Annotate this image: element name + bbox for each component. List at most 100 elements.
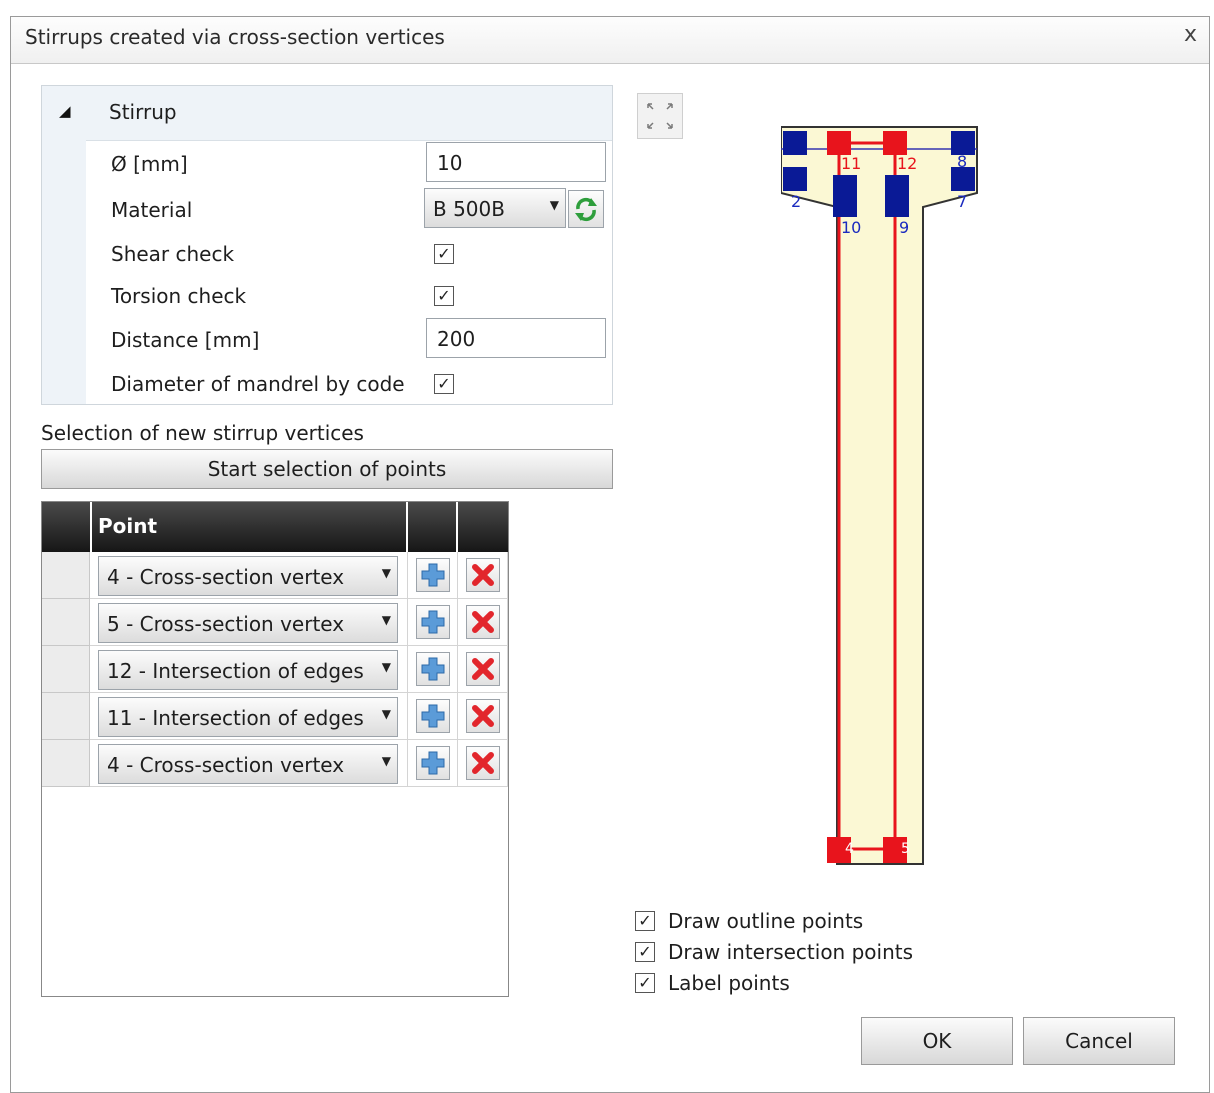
delete-cell bbox=[458, 552, 508, 599]
point-label: 4 bbox=[845, 841, 854, 857]
point-label: 10 bbox=[841, 218, 861, 237]
delete-point-button[interactable] bbox=[466, 652, 500, 686]
row-selector[interactable] bbox=[42, 740, 90, 787]
delete-point-button[interactable] bbox=[466, 699, 500, 733]
cross-section-view[interactable]: 2 11 12 8 10 9 7 4 5 bbox=[781, 123, 981, 868]
grid-header-add bbox=[408, 502, 456, 552]
stirrups-dialog: Stirrups created via cross-section verti… bbox=[10, 16, 1210, 1093]
material-select[interactable]: B 500B ▼ bbox=[424, 188, 566, 228]
diameter-input[interactable]: 10 bbox=[426, 142, 606, 182]
material-label: Material bbox=[111, 198, 193, 222]
add-point-button[interactable] bbox=[416, 699, 450, 733]
add-point-button[interactable] bbox=[416, 605, 450, 639]
stirrup-vertex-marker bbox=[827, 131, 851, 155]
delete-x-icon bbox=[472, 705, 494, 727]
add-point-button[interactable] bbox=[416, 652, 450, 686]
grid-header-point-label: Point bbox=[98, 514, 158, 538]
add-cell bbox=[408, 552, 458, 599]
add-cell bbox=[408, 599, 458, 646]
point-label: 9 bbox=[899, 218, 909, 237]
mandrel-label: Diameter of mandrel by code bbox=[111, 372, 405, 396]
stirrup-property-panel: ◢ Stirrup Ø [mm] 10 Material B 500B ▼ Sh… bbox=[41, 85, 613, 405]
grid-header-delete bbox=[458, 502, 508, 552]
point-cell: 11 - Intersection of edges ▼ bbox=[90, 693, 408, 740]
section-outline bbox=[781, 126, 978, 865]
point-value: 12 - Intersection of edges bbox=[107, 659, 364, 683]
start-selection-button[interactable]: Start selection of points bbox=[41, 449, 613, 489]
point-select[interactable]: 5 - Cross-section vertex ▼ bbox=[98, 603, 398, 643]
vertex-marker bbox=[885, 175, 909, 217]
chevron-down-icon: ▼ bbox=[381, 754, 391, 768]
label-points-checkbox[interactable]: ✓ bbox=[635, 973, 655, 993]
mandrel-checkbox[interactable]: ✓ bbox=[434, 374, 454, 394]
plus-icon bbox=[421, 704, 445, 728]
stirrup-group-label: Stirrup bbox=[109, 100, 177, 124]
stirrup-group-header[interactable]: ◢ Stirrup bbox=[42, 86, 612, 141]
stirrup-vertex-marker bbox=[883, 131, 907, 155]
delete-cell bbox=[458, 693, 508, 740]
point-label: 5 bbox=[901, 841, 910, 857]
expand-arrows-icon bbox=[647, 103, 673, 129]
point-value: 4 - Cross-section vertex bbox=[107, 753, 345, 777]
ok-button[interactable]: OK bbox=[861, 1017, 1013, 1065]
vertex-marker bbox=[833, 175, 857, 217]
cancel-button[interactable]: Cancel bbox=[1023, 1017, 1175, 1065]
collapse-triangle-icon[interactable]: ◢ bbox=[59, 102, 71, 120]
plus-icon bbox=[421, 610, 445, 634]
delete-x-icon bbox=[472, 564, 494, 586]
delete-point-button[interactable] bbox=[466, 746, 500, 780]
points-grid: Point 4 - Cross-section vertex ▼ 5 - Cro… bbox=[41, 501, 509, 997]
point-select[interactable]: 4 - Cross-section vertex ▼ bbox=[98, 744, 398, 784]
delete-x-icon bbox=[472, 611, 494, 633]
point-value: 4 - Cross-section vertex bbox=[107, 565, 345, 589]
row-selector[interactable] bbox=[42, 552, 90, 599]
plus-icon bbox=[421, 751, 445, 775]
point-cell: 4 - Cross-section vertex ▼ bbox=[90, 740, 408, 787]
delete-x-icon bbox=[472, 658, 494, 680]
grid-header-point: Point bbox=[92, 502, 406, 552]
point-label: 12 bbox=[897, 154, 917, 173]
vertex-marker bbox=[783, 167, 807, 191]
add-cell bbox=[408, 646, 458, 693]
label-points-label: Label points bbox=[668, 971, 790, 995]
point-label: 2 bbox=[791, 192, 801, 211]
delete-cell bbox=[458, 740, 508, 787]
chevron-down-icon: ▼ bbox=[549, 198, 559, 212]
plus-icon bbox=[421, 563, 445, 587]
point-select[interactable]: 12 - Intersection of edges ▼ bbox=[98, 650, 398, 690]
chevron-down-icon: ▼ bbox=[381, 707, 391, 721]
delete-point-button[interactable] bbox=[466, 558, 500, 592]
shear-check-checkbox[interactable]: ✓ bbox=[434, 244, 454, 264]
delete-x-icon bbox=[472, 752, 494, 774]
point-select[interactable]: 4 - Cross-section vertex ▼ bbox=[98, 556, 398, 596]
row-selector[interactable] bbox=[42, 599, 90, 646]
add-point-button[interactable] bbox=[416, 746, 450, 780]
refresh-material-button[interactable] bbox=[568, 190, 604, 228]
distance-label: Distance [mm] bbox=[111, 328, 260, 352]
selection-label: Selection of new stirrup vertices bbox=[41, 421, 364, 445]
point-label: 11 bbox=[841, 154, 861, 173]
torsion-check-label: Torsion check bbox=[111, 284, 247, 308]
draw-outline-points-checkbox[interactable]: ✓ bbox=[635, 911, 655, 931]
draw-intersection-points-label: Draw intersection points bbox=[668, 940, 914, 964]
close-icon[interactable]: x bbox=[1184, 22, 1197, 47]
point-value: 5 - Cross-section vertex bbox=[107, 612, 345, 636]
dialog-title: Stirrups created via cross-section verti… bbox=[25, 25, 445, 49]
point-cell: 4 - Cross-section vertex ▼ bbox=[90, 552, 408, 599]
torsion-check-checkbox[interactable]: ✓ bbox=[434, 286, 454, 306]
draw-intersection-points-checkbox[interactable]: ✓ bbox=[635, 942, 655, 962]
row-selector[interactable] bbox=[42, 646, 90, 693]
add-cell bbox=[408, 740, 458, 787]
point-select[interactable]: 11 - Intersection of edges ▼ bbox=[98, 697, 398, 737]
delete-cell bbox=[458, 646, 508, 693]
add-point-button[interactable] bbox=[416, 558, 450, 592]
row-selector[interactable] bbox=[42, 693, 90, 740]
property-gutter bbox=[42, 140, 86, 404]
point-label: 8 bbox=[957, 152, 967, 171]
zoom-to-fit-button[interactable] bbox=[637, 93, 683, 139]
chevron-down-icon: ▼ bbox=[381, 613, 391, 627]
distance-input[interactable]: 200 bbox=[426, 318, 606, 358]
delete-point-button[interactable] bbox=[466, 605, 500, 639]
title-bar: Stirrups created via cross-section verti… bbox=[11, 17, 1209, 64]
point-label: 7 bbox=[957, 192, 967, 211]
